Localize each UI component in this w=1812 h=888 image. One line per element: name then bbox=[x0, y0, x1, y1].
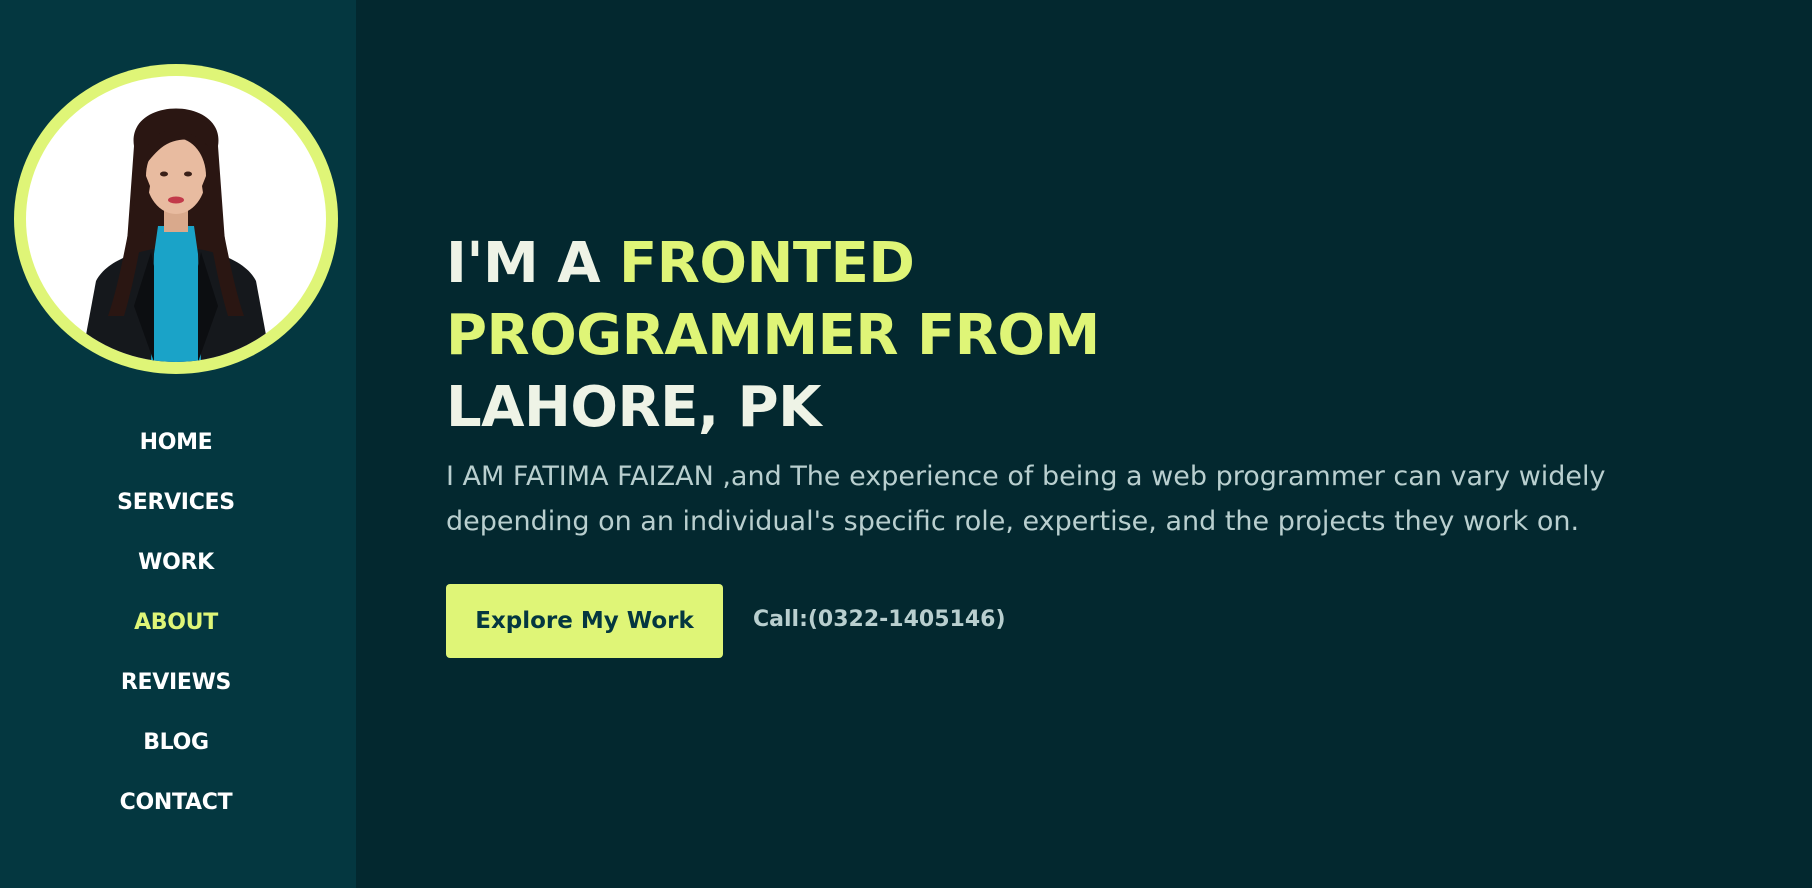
sidebar: HOME SERVICES WORK ABOUT REVIEWS BLOG CO… bbox=[0, 0, 356, 888]
avatar-portrait bbox=[81, 108, 271, 362]
nav-link-blog[interactable]: BLOG bbox=[143, 730, 209, 755]
nav-link-reviews[interactable]: REVIEWS bbox=[121, 670, 232, 695]
cta-row: Explore My Work Call:(0322-1405146) bbox=[446, 584, 1746, 658]
headline-intro: I'M A bbox=[446, 231, 620, 296]
nav-link-about[interactable]: ABOUT bbox=[134, 610, 218, 635]
nav-item-services: SERVICES bbox=[0, 490, 352, 550]
main-nav: HOME SERVICES WORK ABOUT REVIEWS BLOG CO… bbox=[0, 430, 352, 850]
nav-item-blog: BLOG bbox=[0, 730, 352, 790]
explore-work-button[interactable]: Explore My Work bbox=[446, 584, 723, 658]
nav-item-reviews: REVIEWS bbox=[0, 670, 352, 730]
nav-link-services[interactable]: SERVICES bbox=[117, 490, 235, 515]
page: HOME SERVICES WORK ABOUT REVIEWS BLOG CO… bbox=[0, 0, 1812, 888]
nav-link-home[interactable]: HOME bbox=[140, 430, 213, 455]
headline-accent-title: PROGRAMMER FROM bbox=[446, 303, 1100, 368]
phone-number[interactable]: Call:(0322-1405146) bbox=[753, 607, 1006, 632]
avatar bbox=[26, 76, 326, 362]
nav-link-work[interactable]: WORK bbox=[138, 550, 214, 575]
hero-section: I'M A FRONTED PROGRAMMER FROM LAHORE, PK… bbox=[446, 228, 1746, 658]
nav-item-work: WORK bbox=[0, 550, 352, 610]
headline-accent-role: FRONTED bbox=[619, 231, 915, 296]
headline-location: LAHORE, PK bbox=[446, 375, 822, 440]
nav-item-about: ABOUT bbox=[0, 610, 352, 670]
nav-item-contact: CONTACT bbox=[0, 790, 352, 850]
hero-headline: I'M A FRONTED PROGRAMMER FROM LAHORE, PK bbox=[446, 228, 1746, 444]
hero-description: I AM FATIMA FAIZAN ,and The experience o… bbox=[446, 461, 1606, 537]
nav-item-home: HOME bbox=[0, 430, 352, 490]
avatar-ring bbox=[14, 64, 338, 374]
nav-link-contact[interactable]: CONTACT bbox=[120, 790, 233, 815]
